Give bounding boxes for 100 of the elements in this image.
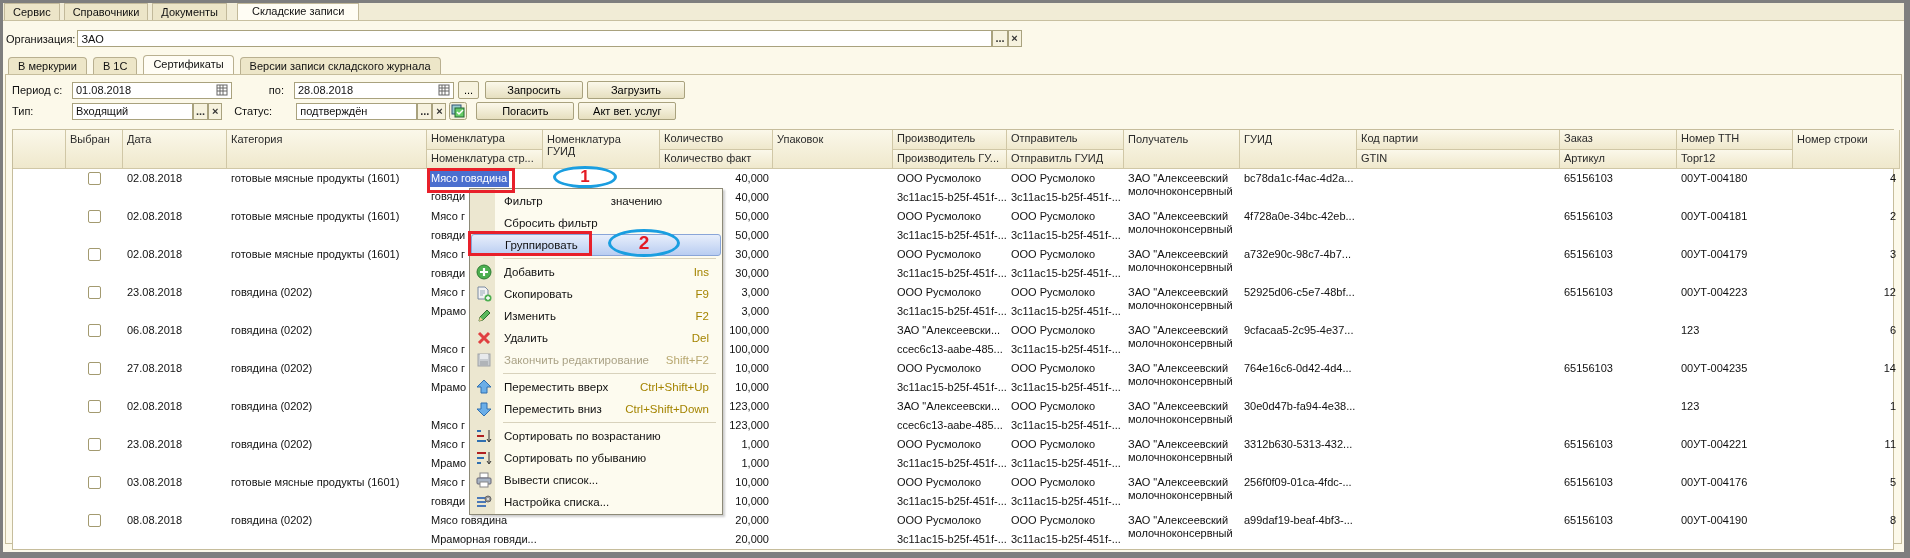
date-field[interactable]: 01.08.2018 (72, 81, 232, 99)
column-header[interactable]: ГУИД (1240, 130, 1357, 169)
column-header[interactable]: Дата (123, 130, 227, 169)
table-cell-text: 65156103 (1564, 437, 1613, 452)
table-cell-text: ООО Русмолоко (1011, 399, 1096, 414)
input-field[interactable]: Входящий (72, 102, 193, 120)
checkbox[interactable] (88, 362, 101, 375)
column-header[interactable]: Категория (227, 130, 427, 169)
redeem-button[interactable]: Погасить (476, 102, 575, 120)
column-header[interactable]: Код партии (1357, 130, 1560, 150)
shortcut-label: Shift+F2 (665, 354, 709, 366)
input-field[interactable]: ЗАО (77, 30, 993, 47)
tab[interactable]: Справочники (63, 3, 149, 20)
column-header[interactable]: GTIN (1357, 149, 1560, 169)
table-cell[interactable]: Мясо говядина (431, 511, 508, 530)
menu-item[interactable]: Сортировать по возрастанию (471, 425, 721, 447)
checkbox[interactable] (88, 438, 101, 451)
column-header[interactable]: Количество (660, 130, 773, 150)
menu-item[interactable]: Скопировать F9 (471, 283, 721, 305)
input-field[interactable]: подтверждён (296, 102, 418, 120)
table-cell-text: готовые мясные продукты (1601) (231, 475, 400, 490)
checkbox[interactable] (88, 514, 101, 527)
table-cell-text: 3c11ac15-b25f-451f-... (897, 266, 1007, 281)
table-cell-text: 3c11ac15-b25f-451f-... (1011, 228, 1121, 243)
checkbox[interactable] (88, 172, 101, 185)
column-header[interactable]: Отправитель (1007, 130, 1124, 150)
table-cell-text: 00УТ-004176 (1681, 475, 1748, 490)
printer-icon (475, 472, 492, 488)
menu-item[interactable]: Переместить вверх Ctrl+Shift+Up (471, 376, 721, 398)
column-header[interactable]: Номенклатура ГУИД (543, 130, 660, 169)
tab[interactable]: Документы (152, 3, 227, 20)
column-header[interactable]: Получатель (1124, 130, 1240, 169)
table-cell[interactable]: Мясо г (431, 435, 465, 454)
checkbox[interactable] (88, 248, 101, 261)
menu-item[interactable]: Настройка списка... (471, 491, 721, 513)
load-button[interactable]: Загрузить (587, 81, 685, 99)
table-cell-text: 65156103 (1564, 247, 1613, 262)
menu-item[interactable]: Переместить вниз Ctrl+Shift+Down (471, 398, 721, 420)
table-cell-text: 9cfacaa5-2c95-4e37... (1244, 323, 1354, 338)
column-header[interactable]: Артикул (1560, 149, 1677, 169)
table-cell-text: 02.08.2018 (127, 209, 183, 224)
field-button[interactable]: × (432, 102, 447, 120)
column-header[interactable]: Отправитль ГУИД (1007, 149, 1124, 169)
table-cell[interactable]: Мясо г (431, 473, 465, 492)
field-button[interactable]: ... (417, 102, 433, 120)
tab[interactable]: Сервис (4, 3, 60, 20)
menu-item[interactable]: Фильтр значению (471, 190, 721, 212)
tab[interactable]: В меркурии (8, 57, 87, 74)
tab[interactable]: Складские записи (237, 3, 360, 20)
column-header[interactable]: Номенклатура (427, 130, 543, 150)
tab[interactable]: Версии записи складского журнала (239, 57, 441, 74)
column-header[interactable]: Заказ (1560, 130, 1677, 150)
calendar-icon[interactable] (438, 84, 450, 96)
table-cell[interactable]: Мясо г (431, 245, 465, 264)
table-cell[interactable]: Мясо г (431, 283, 465, 302)
table-cell-text: 11 (1884, 437, 1896, 452)
request-button[interactable]: Запросить (485, 81, 583, 99)
menu-item[interactable]: Удалить Del (471, 327, 721, 349)
checkbox[interactable] (88, 324, 101, 337)
shortcut-label: Ctrl+Shift+Down (625, 403, 709, 415)
column-header[interactable]: Торг12 (1677, 149, 1793, 169)
column-header[interactable]: Номенклатура стр... (427, 149, 543, 169)
period-button[interactable]: ... (458, 81, 479, 99)
table-cell-text: ООО Русмолоко (1011, 475, 1096, 490)
copy-icon (475, 286, 492, 302)
menu-item[interactable]: Изменить F2 (471, 305, 721, 327)
table-cell[interactable]: Мясо г (431, 207, 465, 226)
column-header[interactable]: Выбран (66, 130, 123, 169)
vet-act-button[interactable]: Акт вет. услуг (578, 102, 677, 120)
field-button[interactable]: ... (193, 102, 209, 120)
table-cell-text: говядина (0202) (231, 513, 313, 528)
tab[interactable]: Сертификаты (143, 55, 234, 74)
column-header[interactable]: Производитель ГУ... (893, 149, 1007, 169)
tab[interactable]: В 1С (92, 57, 138, 74)
table-cell-text: готовые мясные продукты (1601) (231, 171, 400, 186)
column-header[interactable]: Номер строки (1793, 130, 1900, 169)
menu-item[interactable]: Вывести список... (471, 469, 721, 491)
field-button[interactable]: ... (992, 30, 1008, 47)
column-header[interactable]: Количество факт (660, 149, 773, 169)
menu-item[interactable]: Добавить Ins (471, 261, 721, 283)
checkbox[interactable] (88, 476, 101, 489)
checkbox[interactable] (88, 400, 101, 413)
column-header[interactable]: Производитель (893, 130, 1007, 150)
column-header[interactable]: Номер ТТН (1677, 130, 1793, 150)
checkbox[interactable] (88, 210, 101, 223)
delete-icon (475, 330, 492, 346)
documents-icon[interactable] (449, 102, 468, 120)
field-button[interactable]: × (208, 102, 223, 120)
column-header[interactable]: Упаковок (773, 130, 893, 169)
table-cell[interactable]: Мясо г (431, 359, 465, 378)
table-cell-text: ООО Русмолоко (1011, 171, 1096, 186)
table-cell-text: говяди (431, 494, 466, 509)
sort-ascending-icon (475, 428, 492, 444)
table-cell-text: ЗАО "Алексеевский молочноконсервный (1128, 209, 1234, 236)
table-cell-text: ЗАО "Алексеевский молочноконсервный (1128, 475, 1234, 502)
table-cell-text: ООО Русмолоко (897, 361, 982, 376)
date-field[interactable]: 28.08.2018 (294, 81, 454, 99)
checkbox[interactable] (88, 286, 101, 299)
calendar-icon[interactable] (216, 84, 228, 96)
menu-item[interactable]: Сортировать по убыванию (471, 447, 721, 469)
